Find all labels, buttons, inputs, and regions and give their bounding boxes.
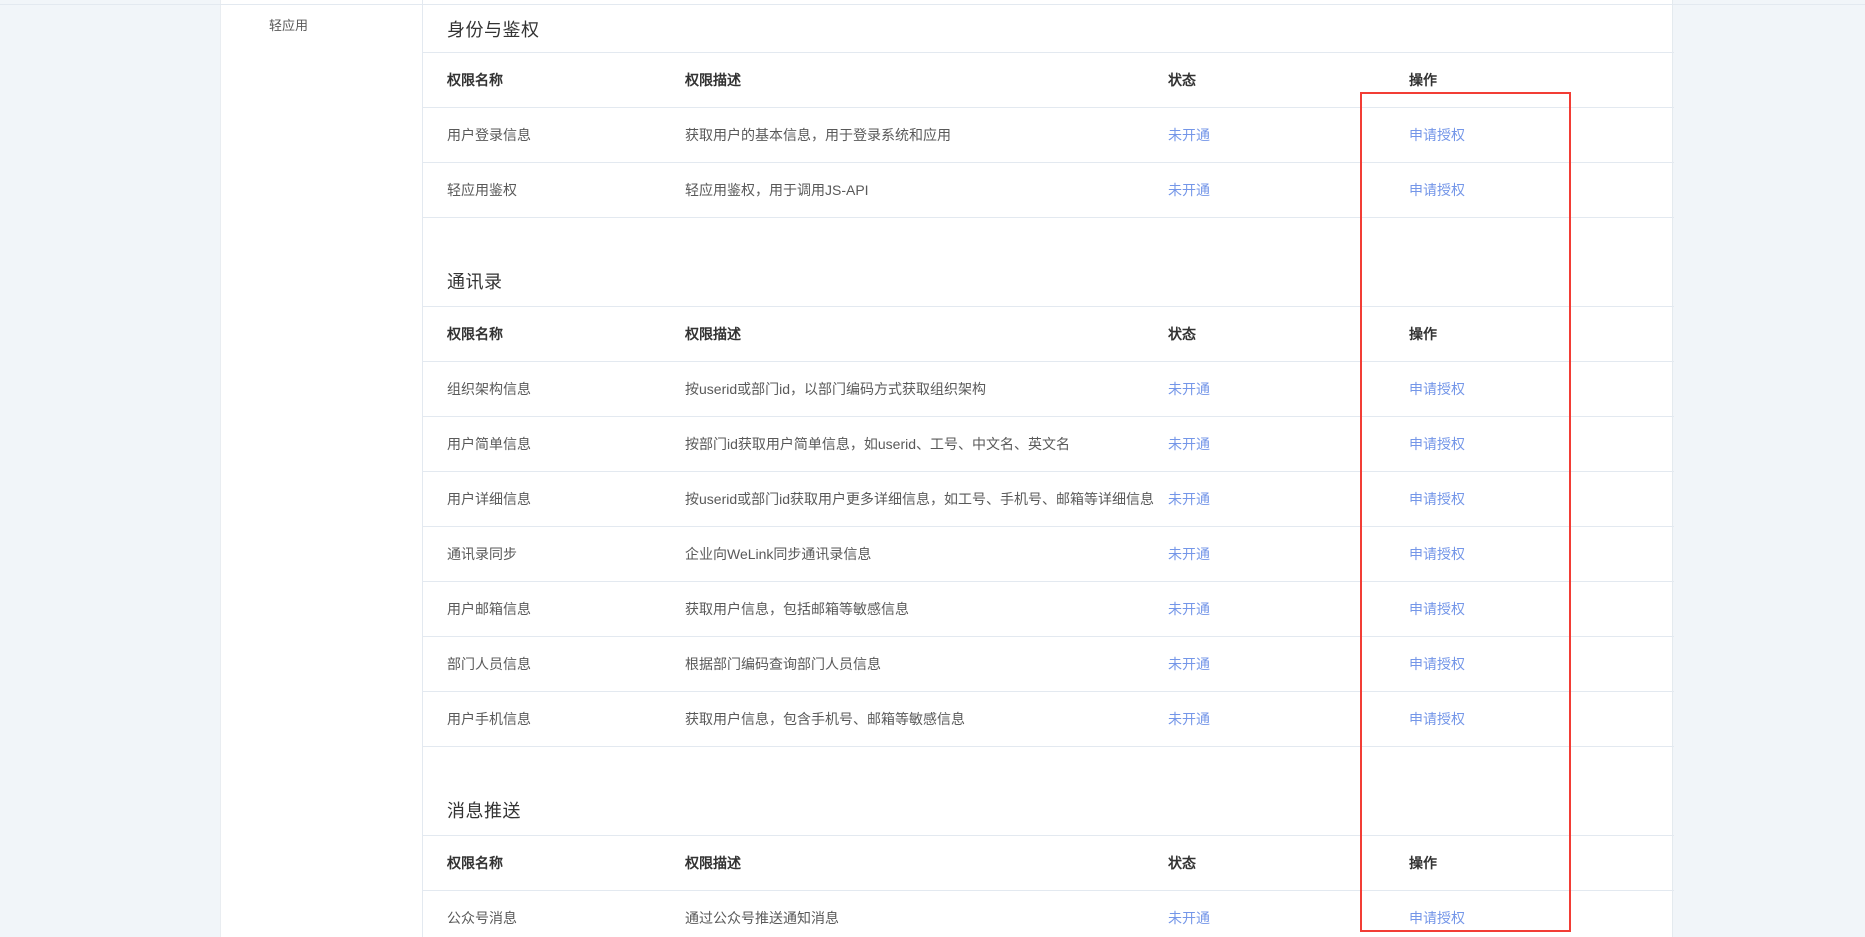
status-text: 未开通 — [1168, 182, 1210, 198]
section-rows: 组织架构信息 按userid或部门id，以部门编码方式获取组织架构 未开通 申请… — [423, 362, 1674, 747]
permission-section: 消息推送 权限名称 权限描述 状态 操作 公众号消息 通过公众号推送通知消息 未… — [423, 784, 1674, 937]
section-title-row: 通讯录 — [423, 255, 1674, 307]
permission-name: 用户邮箱信息 — [447, 601, 531, 617]
col-header-action: 操作 — [1409, 326, 1437, 342]
apply-auth-link[interactable]: 申请授权 — [1409, 601, 1465, 617]
permission-name: 用户简单信息 — [447, 436, 531, 452]
permission-desc: 获取用户的基本信息，用于登录系统和应用 — [685, 127, 951, 143]
apply-auth-link[interactable]: 申请授权 — [1409, 381, 1465, 397]
permission-desc: 按部门id获取用户简单信息，如userid、工号、中文名、英文名 — [685, 436, 1071, 452]
section-rows: 公众号消息 通过公众号推送通知消息 未开通 申请授权 — [423, 891, 1674, 937]
permission-desc: 按userid或部门id，以部门编码方式获取组织架构 — [685, 381, 987, 397]
sidebar-item-light-app[interactable]: 轻应用 — [269, 17, 308, 35]
permissions-main: 身份与鉴权 权限名称 权限描述 状态 操作 用户登录信息 获取用户的基本信息，用… — [423, 5, 1674, 937]
apply-auth-link[interactable]: 申请授权 — [1409, 546, 1465, 562]
status-text: 未开通 — [1168, 381, 1210, 397]
permission-name: 部门人员信息 — [447, 656, 531, 672]
permission-desc: 获取用户信息，包括邮箱等敏感信息 — [685, 601, 909, 617]
col-header-desc: 权限描述 — [685, 855, 741, 871]
col-header-desc: 权限描述 — [685, 326, 741, 342]
sidebar: 轻应用 — [221, 0, 422, 937]
status-text: 未开通 — [1168, 436, 1210, 452]
top-border-line — [0, 4, 1865, 5]
table-row: 用户手机信息 获取用户信息，包含手机号、邮箱等敏感信息 未开通 申请授权 — [423, 692, 1674, 747]
table-row: 用户登录信息 获取用户的基本信息，用于登录系统和应用 未开通 申请授权 — [423, 108, 1674, 163]
apply-auth-link[interactable]: 申请授权 — [1409, 711, 1465, 727]
section-title: 身份与鉴权 — [447, 19, 540, 40]
content-panel: 轻应用 身份与鉴权 权限名称 权限描述 状态 操作 用户登录信息 获取用户的基本… — [220, 0, 1674, 937]
permission-desc: 企业向WeLink同步通讯录信息 — [685, 546, 872, 562]
permission-name: 轻应用鉴权 — [447, 182, 517, 198]
status-text: 未开通 — [1168, 711, 1210, 727]
col-header-name: 权限名称 — [447, 72, 503, 88]
section-title-row: 消息推送 — [423, 784, 1674, 836]
col-header-name: 权限名称 — [447, 326, 503, 342]
col-header-status: 状态 — [1168, 326, 1196, 342]
apply-auth-link[interactable]: 申请授权 — [1409, 491, 1465, 507]
permission-desc: 轻应用鉴权，用于调用JS-API — [685, 182, 869, 198]
col-header-action: 操作 — [1409, 855, 1437, 871]
status-text: 未开通 — [1168, 910, 1210, 926]
permission-name: 组织架构信息 — [447, 381, 531, 397]
permission-name: 用户登录信息 — [447, 127, 531, 143]
table-row: 轻应用鉴权 轻应用鉴权，用于调用JS-API 未开通 申请授权 — [423, 163, 1674, 218]
table-row: 用户邮箱信息 获取用户信息，包括邮箱等敏感信息 未开通 申请授权 — [423, 582, 1674, 637]
table-row: 组织架构信息 按userid或部门id，以部门编码方式获取组织架构 未开通 申请… — [423, 362, 1674, 417]
section-title-row: 身份与鉴权 — [423, 5, 1674, 53]
app-permissions-page: 轻应用 身份与鉴权 权限名称 权限描述 状态 操作 用户登录信息 获取用户的基本… — [0, 0, 1865, 937]
col-header-status: 状态 — [1168, 855, 1196, 871]
apply-auth-link[interactable]: 申请授权 — [1409, 656, 1465, 672]
section-title: 消息推送 — [447, 800, 521, 821]
table-row: 用户简单信息 按部门id获取用户简单信息，如userid、工号、中文名、英文名 … — [423, 417, 1674, 472]
col-header-action: 操作 — [1409, 72, 1437, 88]
apply-auth-link[interactable]: 申请授权 — [1409, 910, 1465, 926]
permission-name: 用户详细信息 — [447, 491, 531, 507]
apply-auth-link[interactable]: 申请授权 — [1409, 127, 1465, 143]
permission-desc: 通过公众号推送通知消息 — [685, 910, 839, 926]
table-row: 公众号消息 通过公众号推送通知消息 未开通 申请授权 — [423, 891, 1674, 937]
status-text: 未开通 — [1168, 127, 1210, 143]
permission-name: 通讯录同步 — [447, 546, 517, 562]
table-header-row: 权限名称 权限描述 状态 操作 — [423, 307, 1674, 362]
status-text: 未开通 — [1168, 656, 1210, 672]
status-text: 未开通 — [1168, 601, 1210, 617]
col-header-name: 权限名称 — [447, 855, 503, 871]
permission-desc: 获取用户信息，包含手机号、邮箱等敏感信息 — [685, 711, 965, 727]
status-text: 未开通 — [1168, 491, 1210, 507]
table-row: 用户详细信息 按userid或部门id获取用户更多详细信息，如工号、手机号、邮箱… — [423, 472, 1674, 527]
status-text: 未开通 — [1168, 546, 1210, 562]
apply-auth-link[interactable]: 申请授权 — [1409, 436, 1465, 452]
permission-desc: 按userid或部门id获取用户更多详细信息，如工号、手机号、邮箱等详细信息 — [685, 491, 1155, 507]
table-header-row: 权限名称 权限描述 状态 操作 — [423, 53, 1674, 108]
permission-name: 公众号消息 — [447, 910, 517, 926]
table-row: 部门人员信息 根据部门编码查询部门人员信息 未开通 申请授权 — [423, 637, 1674, 692]
section-title: 通讯录 — [447, 271, 503, 292]
apply-auth-link[interactable]: 申请授权 — [1409, 182, 1465, 198]
permission-desc: 根据部门编码查询部门人员信息 — [685, 656, 881, 672]
col-header-desc: 权限描述 — [685, 72, 741, 88]
permission-section: 通讯录 权限名称 权限描述 状态 操作 组织架构信息 按userid或部门id，… — [423, 255, 1674, 747]
permission-name: 用户手机信息 — [447, 711, 531, 727]
section-rows: 用户登录信息 获取用户的基本信息，用于登录系统和应用 未开通 申请授权 轻应用鉴… — [423, 108, 1674, 218]
col-header-status: 状态 — [1168, 72, 1196, 88]
table-header-row: 权限名称 权限描述 状态 操作 — [423, 836, 1674, 891]
permission-section: 身份与鉴权 权限名称 权限描述 状态 操作 用户登录信息 获取用户的基本信息，用… — [423, 5, 1674, 218]
table-row: 通讯录同步 企业向WeLink同步通讯录信息 未开通 申请授权 — [423, 527, 1674, 582]
